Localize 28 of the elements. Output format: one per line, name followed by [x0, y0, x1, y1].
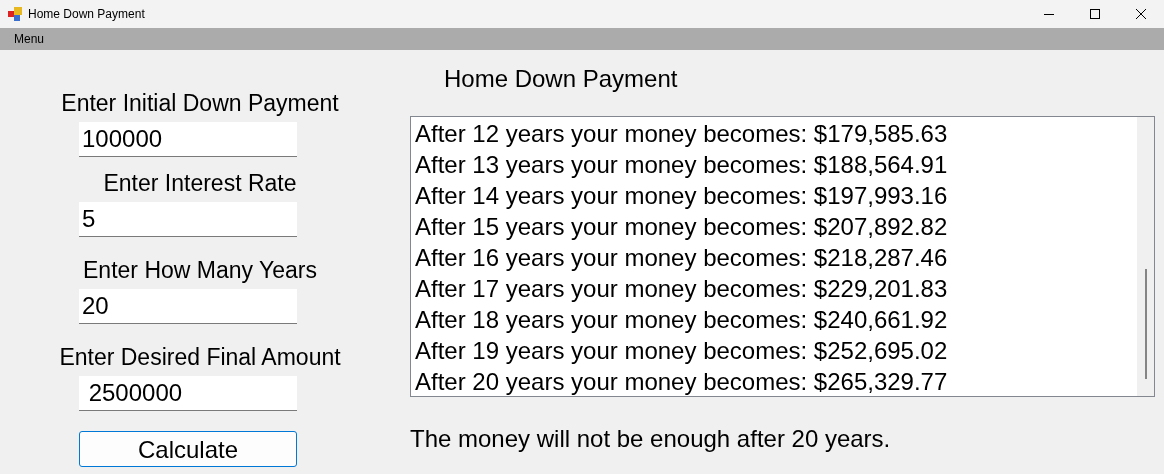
window-title: Home Down Payment — [28, 6, 145, 23]
field-label: Enter Initial Down Payment — [61, 89, 339, 117]
app-icon — [8, 7, 22, 21]
calculate-button[interactable]: Calculate — [79, 431, 297, 467]
result-line: After 15 years your money becomes: $207,892.82 — [415, 212, 949, 242]
maximize-icon — [1090, 9, 1100, 19]
result-message: The money will not be enough after 20 years. — [410, 425, 892, 453]
result-line: After 17 years your money becomes: $229,201.83 — [415, 274, 949, 304]
input-field[interactable]: 5 — [79, 202, 297, 237]
results-heading: Home Down Payment — [444, 65, 679, 93]
result-line: After 12 years your money becomes: $179,585.63 — [415, 119, 949, 149]
result-line: After 13 years your money becomes: $188,564.91 — [415, 150, 949, 180]
field-label: Enter Interest Rate — [103, 169, 297, 197]
close-icon — [1136, 9, 1146, 19]
field-label: Enter How Many Years — [83, 256, 317, 284]
menu-item[interactable]: Menu — [7, 30, 52, 48]
result-line: After 14 years your money becomes: $197,993.16 — [415, 181, 949, 211]
input-field[interactable]: 100000 — [79, 122, 297, 157]
result-line: After 19 years your money becomes: $252,695.02 — [415, 336, 949, 366]
result-line: After 18 years your money becomes: $240,661.92 — [415, 305, 949, 335]
scrollbar-thumb[interactable] — [1144, 269, 1147, 379]
field-label: Enter Desired Final Amount — [59, 343, 341, 371]
result-line: After 16 years your money becomes: $218,287.46 — [415, 243, 949, 273]
input-field[interactable]: 2500000 — [79, 376, 297, 411]
scrollbar[interactable] — [1137, 117, 1154, 396]
result-line: After 20 years your money becomes: $265,329.77 — [415, 367, 949, 397]
input-field[interactable]: 20 — [79, 289, 297, 324]
minimize-icon — [1044, 13, 1054, 15]
